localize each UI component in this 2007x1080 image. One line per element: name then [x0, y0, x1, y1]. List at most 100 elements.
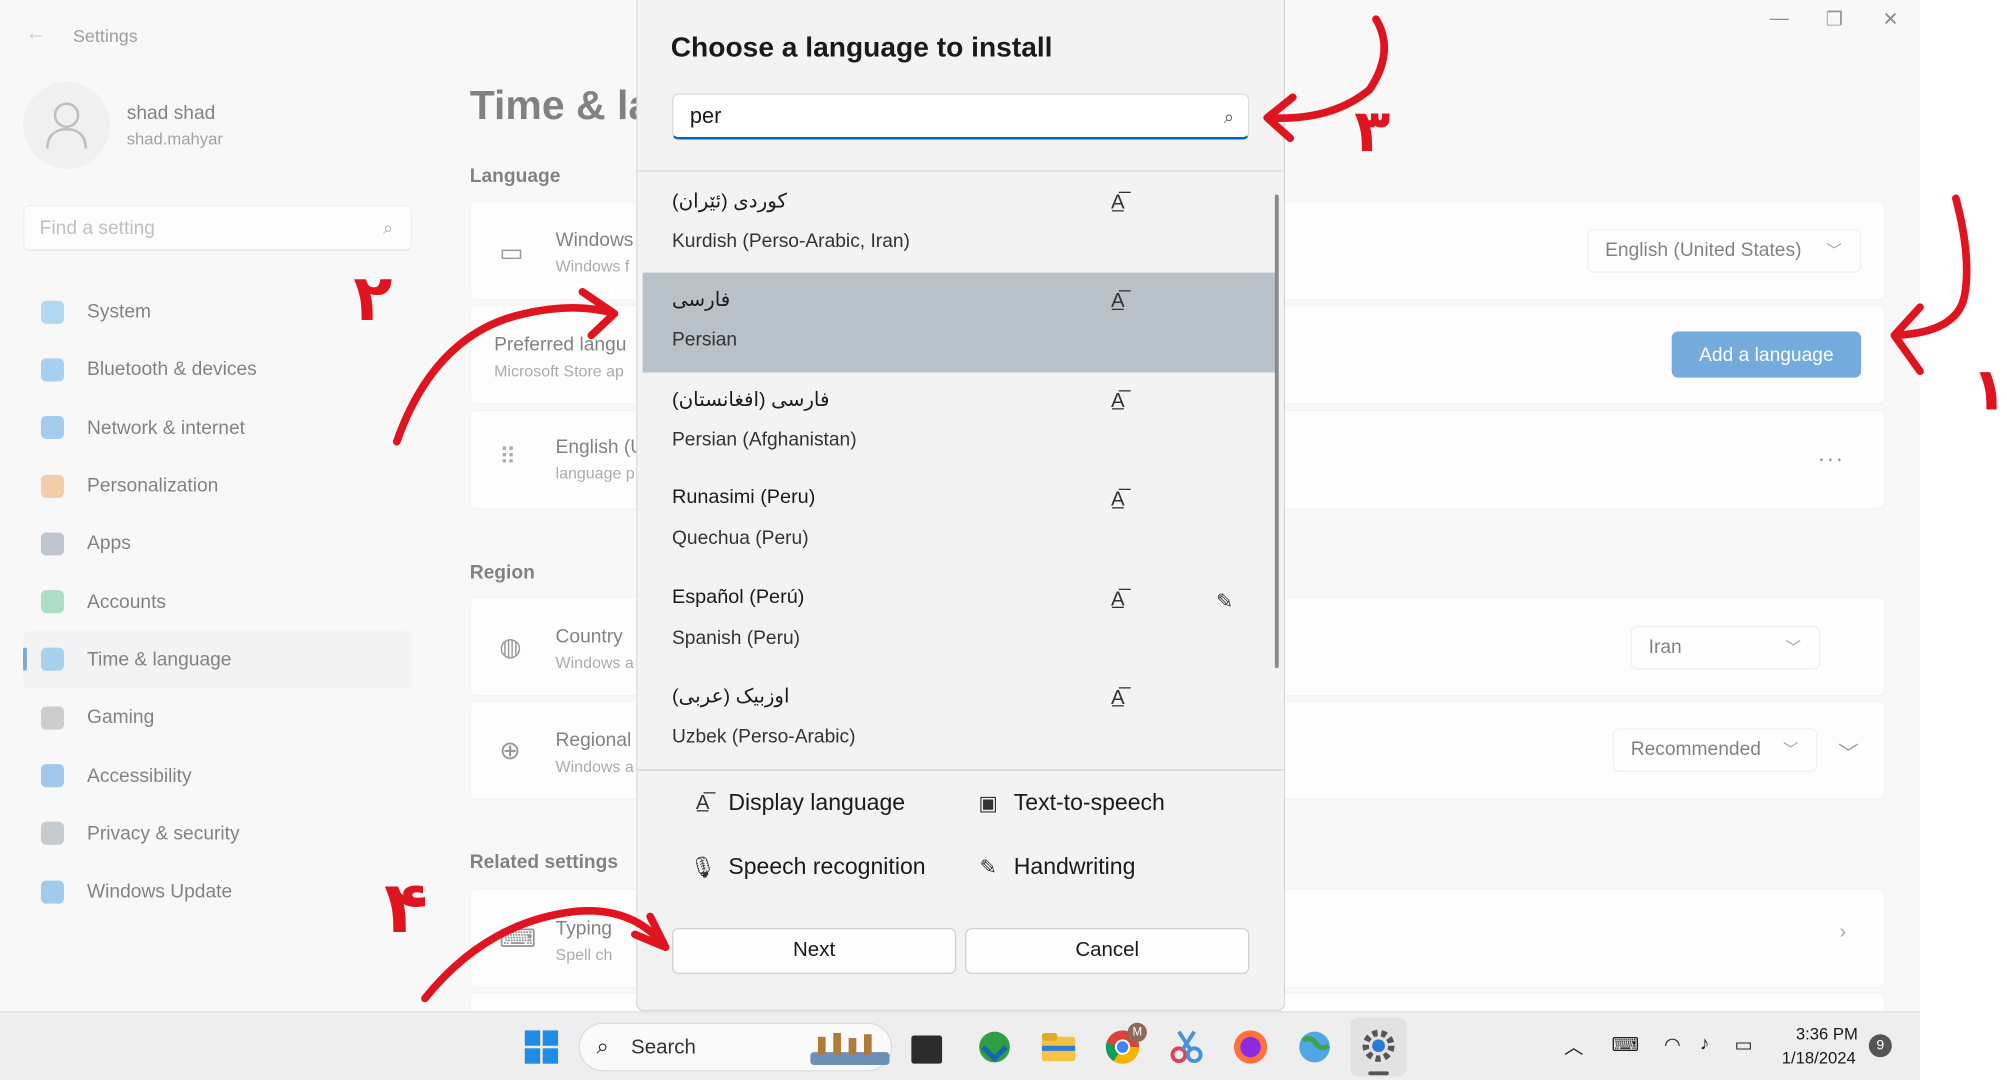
language-search-box: ⌕ — [672, 93, 1250, 140]
keyboard-icon: ⌨ — [499, 925, 537, 954]
section-language: Language — [469, 165, 561, 187]
language-item[interactable]: فارسی (افغانستان) Persian (Afghanistan) … — [643, 372, 1278, 471]
legend-display-language: A̲̅ Display language — [689, 790, 905, 817]
minimize-icon[interactable]: — — [1760, 8, 1798, 30]
display-language-dropdown[interactable]: English (United States) ﹀ — [1587, 229, 1862, 273]
avatar[interactable] — [23, 81, 111, 169]
sidebar-nav: System Bluetooth & devices Network & int… — [23, 283, 413, 921]
battery-icon[interactable]: ▭ — [1734, 1033, 1752, 1056]
section-region: Region — [469, 561, 535, 584]
ie-download-icon[interactable] — [975, 1028, 1013, 1066]
page-title: Time & la — [469, 81, 652, 128]
display-language-icon: A̲̅ — [1111, 588, 1125, 610]
sidebar-item-bluetooth[interactable]: Bluetooth & devices — [23, 341, 412, 399]
wifi-icon — [40, 416, 64, 440]
sidebar-item-system[interactable]: System — [23, 283, 412, 341]
sidebar-item-windows-update[interactable]: Windows Update — [23, 863, 412, 921]
laptop-icon: ▭ — [499, 239, 524, 268]
bluetooth-icon — [40, 358, 64, 382]
dialog-title: Choose a language to install — [670, 30, 1053, 63]
sidebar-item-personalization[interactable]: Personalization — [23, 457, 412, 515]
keyboard-icon[interactable]: ⌨ — [1612, 1033, 1640, 1056]
chevron-up-icon[interactable]: ︿ — [1564, 1033, 1583, 1060]
display-language-icon: A̲̅ — [1111, 192, 1125, 214]
sidebar-item-accessibility[interactable]: Accessibility — [23, 747, 412, 805]
annotation-number-1: ۱ — [1971, 355, 2007, 424]
display-language-icon: A̲̅ — [1111, 390, 1125, 412]
add-language-button[interactable]: Add a language — [1671, 331, 1862, 378]
language-item[interactable]: اوزبیک (عربی) Uzbek (Perso-Arabic) A̲̅ — [643, 669, 1278, 768]
person-icon — [40, 590, 64, 614]
file-explorer-icon[interactable] — [1039, 1028, 1077, 1066]
find-setting-input[interactable] — [24, 206, 345, 250]
maximize-icon[interactable]: ❐ — [1815, 8, 1853, 31]
task-view-icon[interactable] — [911, 1035, 943, 1064]
gear-icon — [1362, 1029, 1395, 1062]
taskbar-search[interactable]: ⌕ Search — [578, 1022, 893, 1072]
cancel-button[interactable]: Cancel — [965, 928, 1250, 975]
close-icon[interactable]: ✕ — [1871, 8, 1909, 31]
globe-icon: ◍ — [499, 633, 522, 662]
shield-icon — [40, 822, 64, 846]
accessibility-icon — [40, 764, 64, 788]
country-dropdown[interactable]: Iran ﹀ — [1630, 625, 1821, 670]
display-language-icon: A̲̅ — [1111, 489, 1125, 511]
sidebar-item-network[interactable]: Network & internet — [23, 399, 412, 457]
user-icon — [46, 102, 88, 149]
microphone-icon: 🎙︎ — [689, 856, 716, 879]
wifi-icon[interactable]: ◠ — [1664, 1033, 1681, 1056]
language-item[interactable]: کوردی (ئێران) Kurdish (Perso-Arabic, Ira… — [643, 174, 1278, 273]
chrome-profile-badge: M — [1127, 1022, 1147, 1042]
apps-icon — [40, 532, 64, 556]
sidebar-item-apps[interactable]: Apps — [23, 515, 412, 573]
settings-taskbar-active[interactable] — [1350, 1017, 1407, 1077]
drag-handle-icon[interactable]: ⠿ — [499, 444, 516, 471]
user-email: shad.mahyar — [126, 129, 223, 149]
back-arrow-icon[interactable]: ← — [26, 23, 46, 46]
language-search-input[interactable] — [673, 94, 1186, 137]
volume-icon[interactable]: ♪ — [1700, 1033, 1710, 1055]
display-language-icon: A̲̅ — [1111, 291, 1125, 313]
divider — [637, 769, 1284, 771]
sidebar-item-privacy[interactable]: Privacy & security — [23, 805, 412, 863]
language-list: کوردی (ئێران) Kurdish (Perso-Arabic, Ira… — [642, 174, 1278, 768]
display-language-icon: A̲̅ — [695, 791, 710, 814]
clock-date[interactable]: 1/18/2024 — [1782, 1048, 1856, 1067]
chevron-down-icon: ﹀ — [1783, 741, 1799, 760]
clock-time[interactable]: 3:36 PM — [1796, 1024, 1858, 1043]
sidebar-item-accounts[interactable]: Accounts — [23, 573, 412, 631]
search-highlight-icon — [810, 1032, 890, 1065]
handwriting-icon: ✎ — [979, 856, 997, 879]
text-to-speech-icon: ▣ — [978, 792, 998, 815]
globe-clock-icon — [40, 648, 64, 672]
find-setting-box: ⌕ — [23, 204, 413, 251]
gamepad-icon — [40, 706, 64, 730]
legend-speech-recognition: 🎙︎ Speech recognition — [689, 853, 926, 880]
display-language-icon: A̲̅ — [1111, 687, 1125, 710]
language-item[interactable]: Español (Perú) Spanish (Peru) A̲̅ ✎ — [643, 570, 1278, 669]
more-options-icon[interactable]: ··· — [1818, 445, 1845, 472]
expand-chevron-icon[interactable]: ﹀ — [1838, 736, 1859, 767]
list-scrollbar[interactable] — [1274, 194, 1279, 669]
language-item-selected[interactable]: فارسی Persian A̲̅ — [642, 273, 1278, 373]
windows-start-icon[interactable] — [522, 1028, 560, 1066]
chevron-right-icon[interactable]: › — [1839, 922, 1846, 945]
language-item[interactable]: Runasimi (Peru) Quechua (Peru) A̲̅ — [643, 471, 1278, 570]
regional-format-icon: ⊕ — [499, 737, 521, 766]
handwriting-icon: ✎ — [1216, 590, 1234, 613]
update-icon — [40, 880, 64, 904]
sidebar-item-time-language[interactable]: Time & language — [23, 630, 413, 689]
chevron-down-icon: ﹀ — [1785, 638, 1801, 657]
firefox-icon[interactable] — [1231, 1028, 1269, 1066]
notification-badge[interactable]: 9 — [1868, 1034, 1892, 1058]
regional-format-dropdown[interactable]: Recommended ﹀ — [1612, 728, 1818, 772]
search-icon: ⌕ — [596, 1034, 609, 1059]
next-button[interactable]: Next — [672, 928, 957, 975]
legend-handwriting: ✎ Handwriting — [974, 854, 1136, 881]
snipping-tool-icon[interactable] — [1167, 1028, 1205, 1066]
sidebar-item-gaming[interactable]: Gaming — [23, 689, 412, 747]
app-title: Settings — [72, 25, 138, 47]
globe-app-icon[interactable] — [1295, 1028, 1333, 1066]
chevron-down-icon: ﹀ — [1826, 241, 1842, 260]
monitor-icon — [40, 300, 64, 324]
